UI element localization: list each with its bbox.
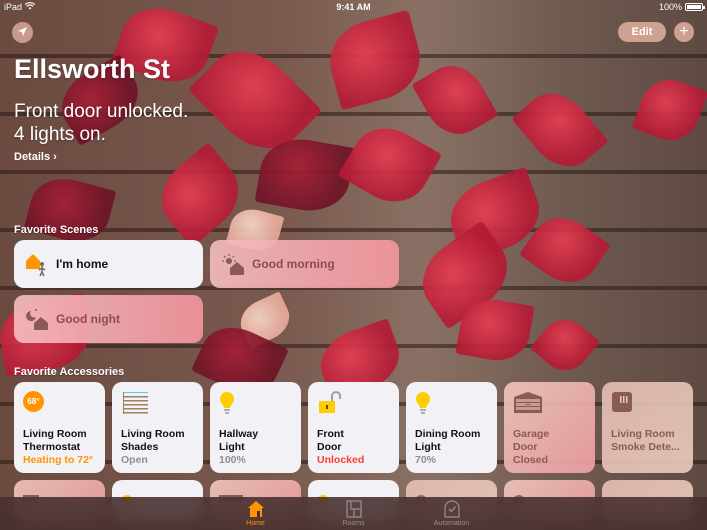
accessory-name: Smoke Dete... bbox=[611, 441, 680, 453]
moon-home-icon bbox=[24, 307, 48, 331]
tab-bar: Home Rooms Automation bbox=[0, 497, 707, 530]
home-title: Ellsworth St bbox=[14, 54, 171, 84]
scene-good-night[interactable]: Good night bbox=[14, 295, 203, 343]
home-status-summary: Front door unlocked. 4 lights on. bbox=[14, 100, 188, 146]
accessory-name: Door bbox=[513, 441, 538, 453]
battery-percentage: 100% bbox=[658, 2, 682, 12]
accessory-name: Front bbox=[317, 428, 344, 440]
accessory-name: Living Room bbox=[121, 428, 185, 440]
wifi-icon bbox=[24, 2, 36, 12]
accessory-name: Thermostat bbox=[23, 441, 81, 453]
accessory-state: Open bbox=[121, 454, 148, 466]
temperature-badge: 68° bbox=[23, 391, 44, 412]
scene-good-morning[interactable]: Good morning bbox=[210, 240, 399, 288]
rooms-icon bbox=[345, 500, 363, 518]
summary-line: 4 lights on. bbox=[14, 124, 106, 145]
tab-label: Automation bbox=[433, 520, 470, 527]
accessory-state: Closed bbox=[513, 454, 549, 466]
accessory-garage-door[interactable]: Garage Door Closed bbox=[504, 382, 595, 473]
accessory-name: Living Room bbox=[23, 428, 87, 440]
unlocked-lock-icon bbox=[317, 391, 390, 421]
favorite-scenes-label: Favorite Scenes bbox=[14, 224, 99, 236]
battery-icon bbox=[685, 3, 705, 11]
edit-button[interactable]: Edit bbox=[618, 22, 666, 42]
arrive-home-icon bbox=[24, 252, 48, 277]
accessory-name: Dining Room bbox=[415, 428, 481, 440]
automation-clock-icon bbox=[443, 500, 461, 518]
tab-label: Home bbox=[246, 520, 265, 527]
accessory-living-room-thermostat[interactable]: 68° Living Room Thermostat Heating to 72… bbox=[14, 382, 105, 473]
accessory-name: Light bbox=[219, 441, 245, 453]
garage-door-icon bbox=[513, 391, 586, 421]
accessory-name: Garage bbox=[513, 428, 550, 440]
accessory-state: 70% bbox=[415, 454, 437, 466]
accessory-hallway-light[interactable]: Hallway Light 100% bbox=[210, 382, 301, 473]
accessory-name: Living Room bbox=[611, 428, 675, 440]
scene-label: Good night bbox=[56, 312, 120, 326]
location-arrow-icon bbox=[17, 24, 28, 42]
accessory-state: 100% bbox=[219, 454, 246, 466]
accessory-name: Door bbox=[317, 441, 342, 453]
accessory-name: Light bbox=[415, 441, 441, 453]
accessory-living-room-smoke-detector[interactable]: Living Room Smoke Dete... bbox=[602, 382, 693, 473]
accessory-state: Unlocked bbox=[317, 454, 365, 466]
details-link[interactable]: Details › bbox=[14, 151, 57, 163]
accessory-state: Heating to 72° bbox=[23, 454, 94, 466]
shades-icon bbox=[121, 391, 194, 421]
tab-automation[interactable]: Automation bbox=[422, 497, 482, 530]
accessory-living-room-shades[interactable]: Living Room Shades Open bbox=[112, 382, 203, 473]
home-icon bbox=[247, 500, 265, 518]
add-button[interactable]: + bbox=[674, 22, 694, 42]
lightbulb-icon bbox=[415, 391, 488, 421]
device-name: iPad bbox=[4, 2, 23, 12]
scene-label: I'm home bbox=[56, 257, 109, 271]
lightbulb-icon bbox=[219, 391, 292, 421]
accessory-name: Hallway bbox=[219, 428, 259, 440]
scene-im-home[interactable]: I'm home bbox=[14, 240, 203, 288]
favorite-accessories-label: Favorite Accessories bbox=[14, 366, 125, 378]
summary-line: Front door unlocked. bbox=[14, 101, 189, 122]
thermostat-icon: 68° bbox=[23, 391, 96, 421]
accessory-front-door[interactable]: Front Door Unlocked bbox=[308, 382, 399, 473]
location-button[interactable] bbox=[12, 22, 33, 43]
clock: 9:41 AM bbox=[336, 2, 371, 12]
tab-home[interactable]: Home bbox=[226, 497, 286, 530]
smoke-detector-icon bbox=[611, 391, 684, 421]
tab-label: Rooms bbox=[342, 520, 365, 527]
sunrise-home-icon bbox=[220, 252, 244, 276]
scene-label: Good morning bbox=[252, 257, 335, 271]
accessory-dining-room-light[interactable]: Dining Room Light 70% bbox=[406, 382, 497, 473]
status-bar: iPad 9:41 AM 100% bbox=[0, 0, 707, 14]
accessory-name: Shades bbox=[121, 441, 159, 453]
tab-rooms[interactable]: Rooms bbox=[324, 497, 384, 530]
